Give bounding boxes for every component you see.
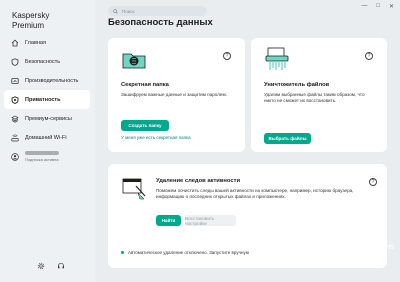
support-headset-icon[interactable] xyxy=(57,262,65,270)
card-title: Удаление следов активности xyxy=(156,178,241,184)
auto-cleanup-status: Автоматическое удаление отключено. Запус… xyxy=(121,250,249,255)
file-shredder-illustration-icon xyxy=(264,46,290,72)
watermark-news: NEWS xyxy=(376,245,394,251)
sidebar-item-label: Главная xyxy=(25,39,46,46)
watermark-tagline: Daily Digital Digest xyxy=(350,261,377,265)
activity-cleanup-card: ? Удаление следов активности Поможем поч… xyxy=(108,164,387,268)
sidebar-item-account[interactable]: Подписка активна xyxy=(4,147,90,167)
subscription-status: Подписка активна xyxy=(25,157,59,162)
help-icon[interactable]: ? xyxy=(223,52,231,60)
stack-icon xyxy=(11,115,19,123)
brand-line-2: Premium xyxy=(12,21,45,30)
account-info: Подписка активна xyxy=(25,151,59,163)
search-placeholder: Поиск xyxy=(122,8,135,14)
page-title: Безопасность данных xyxy=(108,17,213,28)
find-button[interactable]: Найти xyxy=(156,215,181,226)
sidebar-footer xyxy=(37,262,65,270)
user-avatar-icon xyxy=(11,153,19,161)
sidebar-item-premium[interactable]: Премиум-сервисы xyxy=(4,109,90,128)
shield-icon xyxy=(11,57,19,66)
sidebar-item-label: Домашний Wi-Fi xyxy=(25,134,67,141)
card-title: Уничтожитель файлов xyxy=(264,82,330,88)
app-brand: Kaspersky Premium xyxy=(12,11,82,31)
activity-cleanup-illustration-icon xyxy=(121,176,147,200)
secret-folder-illustration-icon xyxy=(121,46,147,72)
search-icon xyxy=(113,8,118,14)
help-icon[interactable]: ? xyxy=(365,52,373,60)
sidebar: Kaspersky Premium Главная Безопасность П… xyxy=(0,0,95,282)
create-folder-button[interactable]: Создать папку xyxy=(121,120,169,131)
select-files-button[interactable]: Выбрать файлы xyxy=(264,133,311,144)
window-controls: — □ ✕ xyxy=(361,3,394,10)
sidebar-item-label: Безопасность xyxy=(25,58,61,65)
account-name-redacted xyxy=(25,151,59,155)
card-title: Секретная папка xyxy=(121,82,169,88)
file-shredder-card: ? Уничтожитель файлов Удалим выбранные ф… xyxy=(251,38,387,152)
existing-folder-link[interactable]: У меня уже есть секретная папка xyxy=(121,135,191,140)
minimize-button[interactable]: — xyxy=(361,3,367,10)
sidebar-item-label: Производительность xyxy=(25,77,79,84)
watermark-logo: 3D xyxy=(350,240,371,259)
brand-line-1: Kaspersky xyxy=(12,11,50,20)
sidebar-item-home[interactable]: Главная xyxy=(4,33,90,52)
router-icon xyxy=(11,134,19,142)
secret-folder-card: ? Секретная папка Зашифруем важные данны… xyxy=(108,38,245,152)
card-description: Зашифруем важные данные и защитим пароле… xyxy=(121,92,227,97)
card-description: Удалим выбранные файлы таким образом, чт… xyxy=(264,92,365,103)
home-icon xyxy=(11,39,19,47)
close-button[interactable]: ✕ xyxy=(389,3,394,10)
sidebar-item-performance[interactable]: Производительность xyxy=(4,71,90,90)
sidebar-item-label: Премиум-сервисы xyxy=(25,115,72,122)
sidebar-item-privacy[interactable]: Приватность xyxy=(4,90,90,109)
speedometer-icon xyxy=(11,77,19,85)
sidebar-item-label: Приватность xyxy=(25,96,61,103)
search-input[interactable]: Поиск xyxy=(108,6,207,16)
status-text: Автоматическое удаление отключено. Запус… xyxy=(128,250,250,255)
sidebar-item-security[interactable]: Безопасность xyxy=(4,52,90,71)
restore-settings-button[interactable]: Восстановить настройки xyxy=(185,215,236,226)
sidebar-item-wifi[interactable]: Домашний Wi-Fi xyxy=(4,128,90,147)
help-icon[interactable]: ? xyxy=(369,178,377,186)
sidebar-nav: Главная Безопасность Производительность … xyxy=(4,33,90,167)
site-watermark: 3D NEWS Daily Digital Digest xyxy=(350,240,398,280)
settings-gear-icon[interactable] xyxy=(37,262,45,270)
status-dot-icon xyxy=(121,251,124,254)
maximize-button[interactable]: □ xyxy=(376,3,380,10)
card-description: Поможем почистить следы вашей активности… xyxy=(156,188,354,199)
privacy-shield-icon xyxy=(11,95,19,104)
